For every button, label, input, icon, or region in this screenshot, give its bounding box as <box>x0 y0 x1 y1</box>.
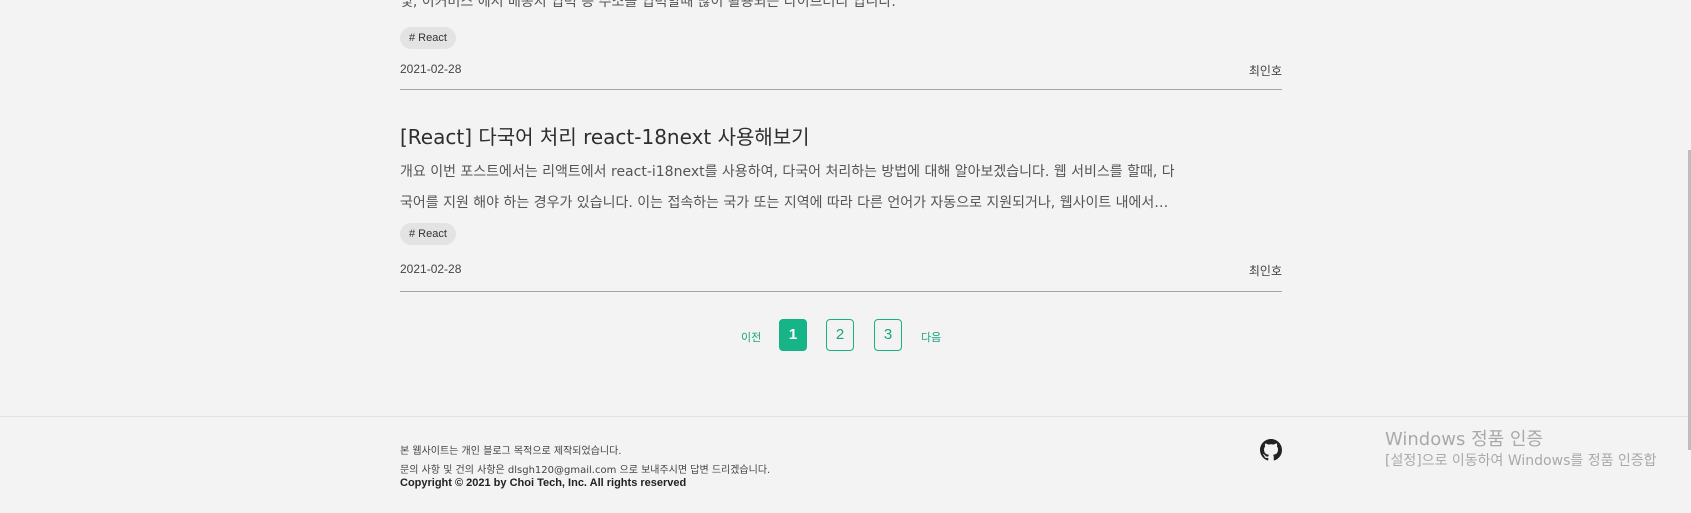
footer-copyright: Copyright © 2021 by Choi Tech, Inc. All … <box>400 477 687 489</box>
next-page-button[interactable]: 다음 <box>921 329 941 345</box>
post-author: 최인호 <box>1248 264 1282 278</box>
post-description: 및, 이커머스 에서 배송지 입력 등 주소를 입력할때 많이 활용되는 라이브… <box>400 0 896 10</box>
post-description: 개요 이번 포스트에서는 리액트에서 react-i18next를 사용하여, … <box>400 157 1282 219</box>
post-author: 최인호 <box>1248 64 1282 78</box>
windows-activation-title: Windows 정품 인증 <box>1385 429 1544 450</box>
page-button-2[interactable]: 2 <box>826 319 854 351</box>
tag-chip[interactable]: # React <box>400 223 456 245</box>
tag-chip[interactable]: # React <box>400 27 456 49</box>
post-date: 2021-02-28 <box>400 62 462 76</box>
github-icon <box>1260 439 1282 461</box>
blog-page: 및, 이커머스 에서 배송지 입력 등 주소를 입력할때 많이 활용되는 라이브… <box>0 0 1691 513</box>
windows-activation-subtitle: [설정]으로 이동하여 Windows를 정품 인증합 <box>1385 453 1657 469</box>
github-link[interactable] <box>1260 439 1282 461</box>
footer-notice: 본 웹사이트는 개인 블로그 목적으로 제작되었습니다. <box>400 446 622 457</box>
post-divider <box>400 89 1282 90</box>
page-button-3[interactable]: 3 <box>874 319 902 351</box>
post-description-line: 개요 이번 포스트에서는 리액트에서 react-i18next를 사용하여, … <box>400 164 1175 180</box>
post-divider <box>400 291 1282 292</box>
pagination: 이전 1 2 3 다음 <box>0 319 1691 353</box>
post-description-line: 국어를 지원 해야 하는 경우가 있습니다. 이는 접속하는 국가 또는 지역에… <box>400 195 1169 211</box>
post-title[interactable]: [React] 다국어 처리 react-18next 사용해보기 <box>400 121 810 150</box>
footer-contact: 문의 사항 및 건의 사항은 dlsgh120@gmail.com 으로 보내주… <box>400 465 771 476</box>
footer-divider <box>0 416 1691 417</box>
post-date: 2021-02-28 <box>400 262 462 276</box>
page-button-1[interactable]: 1 <box>779 319 807 351</box>
prev-page-button[interactable]: 이전 <box>741 329 761 345</box>
